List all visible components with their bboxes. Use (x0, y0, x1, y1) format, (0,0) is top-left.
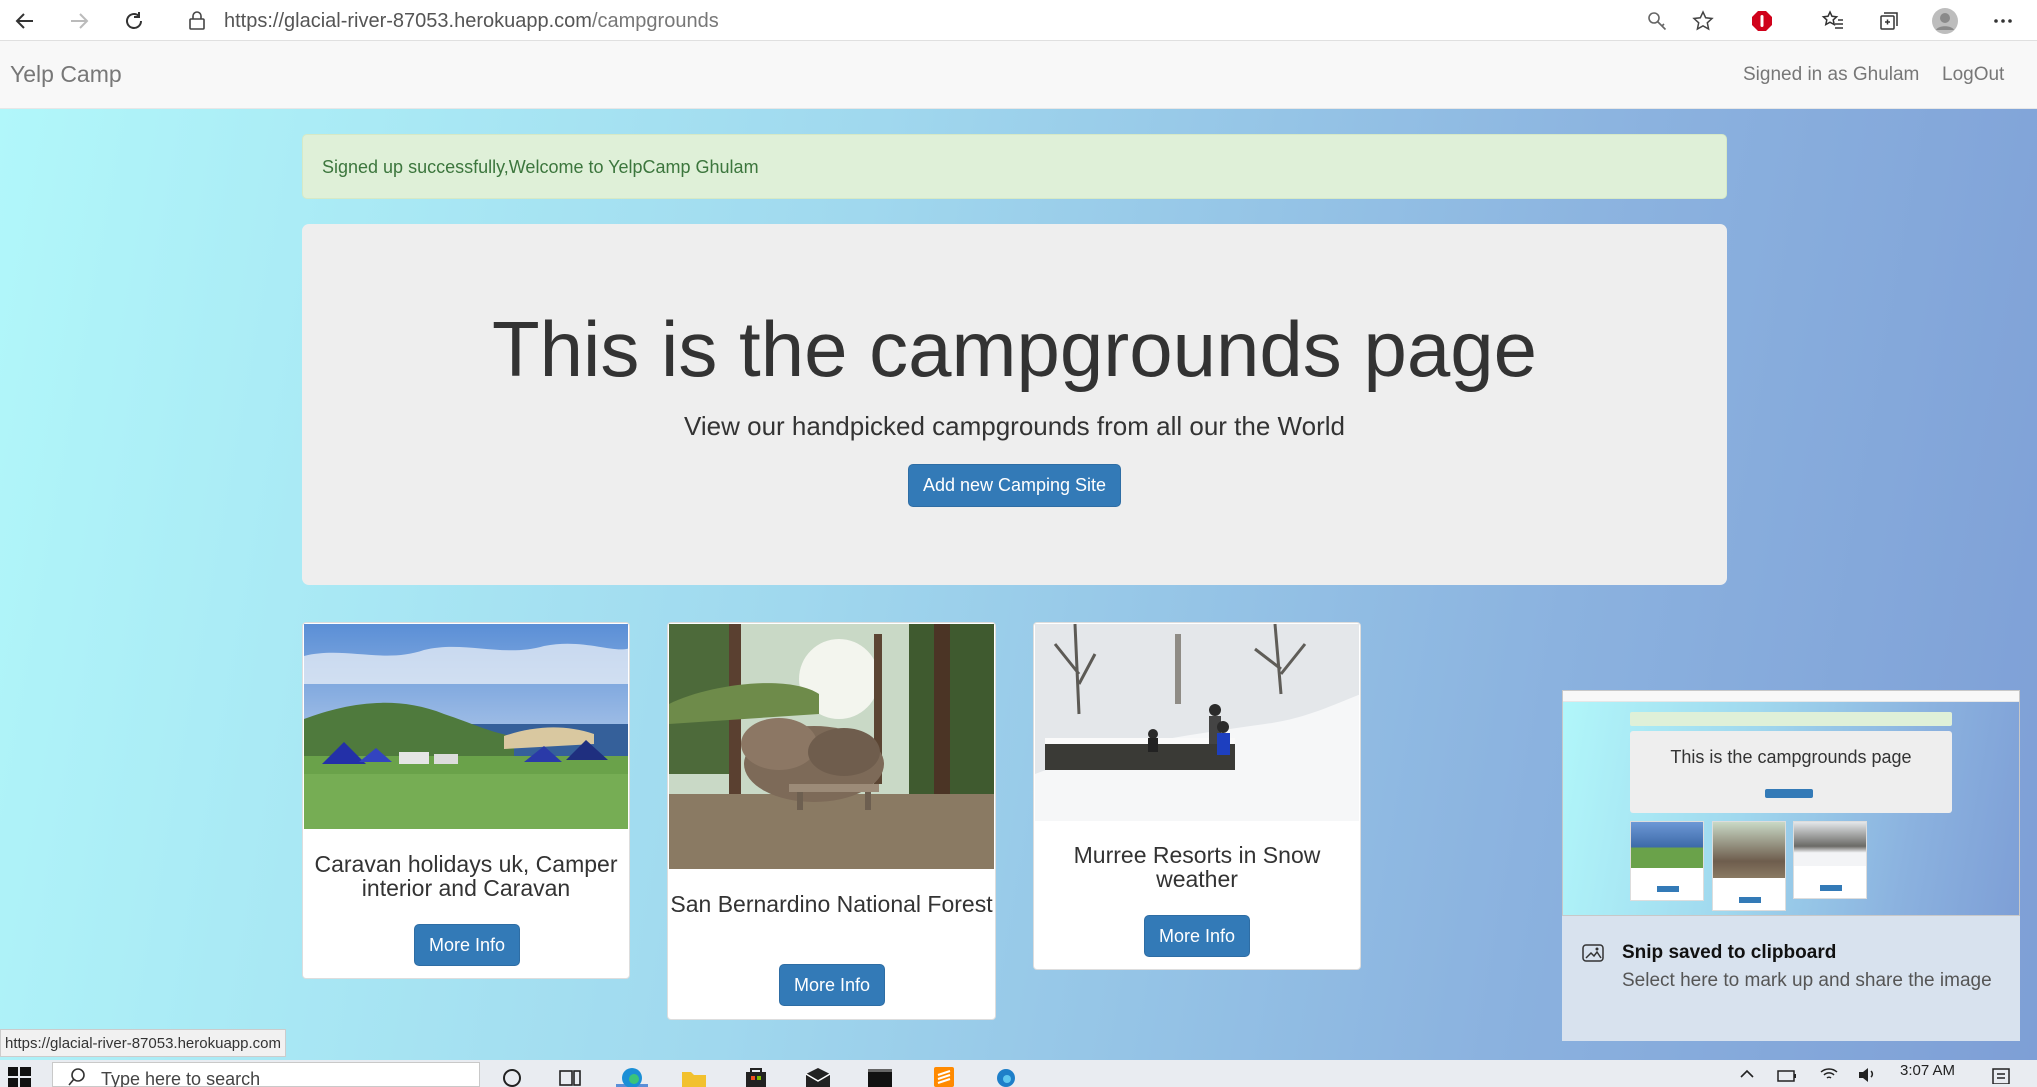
store-icon[interactable] (740, 1064, 772, 1087)
refresh-icon[interactable] (119, 6, 149, 36)
collections-icon[interactable] (1874, 6, 1904, 36)
snip-message: Select here to mark up and share the ima… (1622, 970, 1992, 991)
campground-image[interactable] (669, 624, 994, 869)
taskbar: Type here to search 3:07 AM (0, 1060, 2037, 1087)
cortana-icon[interactable] (496, 1064, 528, 1087)
lock-icon (188, 10, 206, 35)
campground-title: San Bernardino National Forest (670, 891, 993, 917)
address-bar[interactable]: https://glacial-river-87053.herokuapp.co… (172, 3, 1697, 37)
thumb-card (1630, 821, 1704, 901)
thumb-card (1793, 821, 1867, 899)
windows-start-icon[interactable] (8, 1064, 32, 1087)
campground-card: San Bernardino National Forest More Info (667, 622, 996, 1020)
campground-image[interactable] (1035, 624, 1359, 821)
search-icon (67, 1067, 87, 1087)
add-campground-button[interactable]: Add new Camping Site (908, 464, 1121, 507)
terminal-icon[interactable] (864, 1064, 896, 1087)
edge-app-icon[interactable] (616, 1064, 648, 1087)
logout-link[interactable]: LogOut (1942, 64, 2004, 86)
campground-title: Murree Resorts in Snow weather (1073, 842, 1321, 892)
snip-title: Snip saved to clipboard (1622, 942, 1837, 963)
taskbar-search-input[interactable]: Type here to search (52, 1062, 480, 1087)
signed-in-label[interactable]: Signed in as Ghulam (1743, 64, 1919, 86)
more-info-button[interactable]: More Info (779, 964, 885, 1006)
app-navbar: Yelp Camp Signed in as Ghulam LogOut (0, 41, 2037, 109)
thumb-title: This is the campgrounds page (1670, 747, 1912, 767)
sublime-text-icon[interactable] (928, 1064, 960, 1087)
file-explorer-icon[interactable] (678, 1064, 710, 1087)
star-icon[interactable] (1688, 6, 1718, 36)
snip-icon (1582, 944, 1604, 967)
campground-card: Murree Resorts in Snow weather More Info (1033, 622, 1361, 970)
browser-toolbar: https://glacial-river-87053.herokuapp.co… (0, 0, 2037, 41)
url-path: /campgrounds (591, 10, 719, 32)
thumb-card-image (1631, 822, 1703, 868)
more-info-button[interactable]: More Info (1144, 915, 1250, 957)
thumb-card-image (1794, 822, 1866, 866)
favorites-icon[interactable] (1818, 6, 1848, 36)
thumb-card-button (1657, 886, 1679, 892)
chevron-up-icon[interactable] (1738, 1066, 1756, 1085)
url-host: https://glacial-river-87053.herokuapp.co… (224, 10, 592, 32)
profile-avatar-icon[interactable] (1930, 6, 1960, 36)
wifi-icon[interactable] (1818, 1064, 1840, 1087)
alert-message: Signed up successfully,Welcome to YelpCa… (322, 157, 759, 177)
campground-title: Caravan holidays uk, Camper interior and… (314, 851, 618, 901)
brand-link[interactable]: Yelp Camp (10, 61, 122, 88)
status-url-tooltip: https://glacial-river-87053.herokuapp.co… (0, 1029, 286, 1057)
volume-icon[interactable] (1856, 1064, 1878, 1087)
adblock-icon[interactable] (1747, 6, 1777, 36)
battery-icon[interactable] (1776, 1066, 1798, 1087)
campground-card: Caravan holidays uk, Camper interior and… (302, 622, 630, 979)
page-subtitle: View our handpicked campgrounds from all… (684, 411, 1345, 441)
more-options-icon[interactable] (1988, 6, 2018, 36)
thumb-card-image (1713, 822, 1785, 878)
snip-thumbnail[interactable]: This is the campgrounds page (1562, 690, 2020, 916)
thumb-card (1712, 821, 1786, 911)
back-icon[interactable] (10, 6, 40, 36)
task-view-icon[interactable] (554, 1064, 586, 1087)
taskbar-clock[interactable]: 3:07 AM (1900, 1062, 1955, 1079)
search-placeholder: Type here to search (101, 1069, 261, 1087)
snip-notification[interactable]: Snip saved to clipboard Select here to m… (1562, 916, 2020, 1041)
thumb-card-button (1739, 897, 1761, 903)
thumb-jumbotron: This is the campgrounds page (1630, 731, 1952, 813)
forward-icon[interactable] (64, 6, 94, 36)
edge-beta-icon[interactable] (990, 1064, 1022, 1087)
campground-image[interactable] (304, 624, 628, 829)
success-alert: Signed up successfully,Welcome to YelpCa… (302, 134, 1727, 199)
thumb-card-button (1820, 885, 1842, 891)
thumb-button (1765, 789, 1813, 798)
jumbotron: This is the campgrounds page View our ha… (302, 224, 1727, 585)
thumb-navbar (1563, 691, 2019, 702)
key-icon[interactable] (1642, 6, 1672, 36)
notifications-icon[interactable] (1990, 1066, 2012, 1087)
url-text: https://glacial-river-87053.herokuapp.co… (224, 10, 719, 33)
page-title: This is the campgrounds page (492, 305, 1537, 393)
mail-icon[interactable] (802, 1064, 834, 1087)
thumb-alert (1630, 712, 1952, 726)
more-info-button[interactable]: More Info (414, 924, 520, 966)
